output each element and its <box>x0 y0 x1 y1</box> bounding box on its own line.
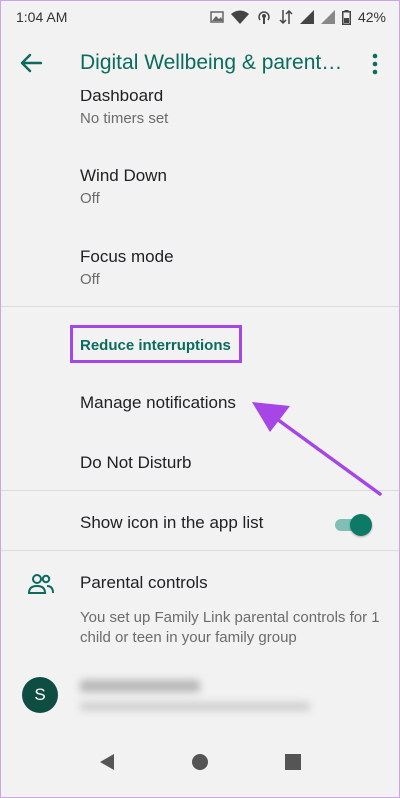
toggle-thumb <box>350 514 372 536</box>
do-not-disturb-item[interactable]: Do Not Disturb <box>80 453 191 473</box>
manage-notifications-title: Manage notifications <box>80 393 236 412</box>
show-icon-label: Show icon in the app list <box>80 513 264 532</box>
status-bar: 1:04 AM 42% <box>0 0 400 34</box>
section-header-reduce-interruptions: Reduce interruptions <box>80 337 231 354</box>
recents-nav-icon[interactable] <box>284 753 302 776</box>
focus-mode-subtitle: Off <box>80 271 100 288</box>
wind-down-item[interactable]: Wind Down Off <box>80 166 167 207</box>
show-icon-toggle[interactable] <box>332 513 372 536</box>
status-time: 1:04 AM <box>16 9 68 25</box>
image-icon <box>210 10 224 24</box>
show-icon-item[interactable]: Show icon in the app list <box>80 513 263 533</box>
dashboard-item[interactable]: Dashboard No timers set <box>80 90 168 127</box>
navigation-bar <box>0 730 400 798</box>
wifi-icon <box>230 10 249 24</box>
wind-down-title: Wind Down <box>80 166 167 185</box>
do-not-disturb-title: Do Not Disturb <box>80 453 192 472</box>
family-icon <box>27 574 54 599</box>
wind-down-subtitle: Off <box>80 190 100 207</box>
app-bar: Digital Wellbeing & parental controls <box>0 34 400 90</box>
battery-percent: 42% <box>357 9 386 25</box>
signal-icon <box>299 10 314 24</box>
data-transfer-icon <box>279 9 293 25</box>
status-icons: 42% <box>210 9 386 25</box>
parental-controls-title: Parental controls <box>80 573 208 592</box>
blurred-account-email <box>80 702 310 711</box>
parental-controls-item[interactable]: Parental controls <box>80 573 208 593</box>
divider <box>0 550 400 551</box>
divider <box>0 306 400 307</box>
back-nav-icon[interactable] <box>98 753 116 776</box>
battery-icon <box>341 9 351 25</box>
focus-mode-title: Focus mode <box>80 247 174 266</box>
manage-notifications-item[interactable]: Manage notifications <box>80 393 236 413</box>
annotation-arrow <box>240 380 390 505</box>
dashboard-subtitle: No timers set <box>80 110 169 127</box>
signal-icon-2 <box>320 10 335 24</box>
parental-controls-description: You set up Family Link parental controls… <box>80 609 380 646</box>
hotspot-icon <box>256 9 272 25</box>
home-nav-icon[interactable] <box>191 753 209 776</box>
more-options-icon[interactable] <box>366 52 384 76</box>
back-arrow-icon[interactable] <box>18 50 44 76</box>
blurred-account-name <box>80 680 200 692</box>
avatar[interactable]: S <box>22 677 58 713</box>
page-title: Digital Wellbeing & parental controls <box>80 51 350 74</box>
focus-mode-item[interactable]: Focus mode Off <box>80 247 174 288</box>
dashboard-title: Dashboard <box>80 90 164 105</box>
